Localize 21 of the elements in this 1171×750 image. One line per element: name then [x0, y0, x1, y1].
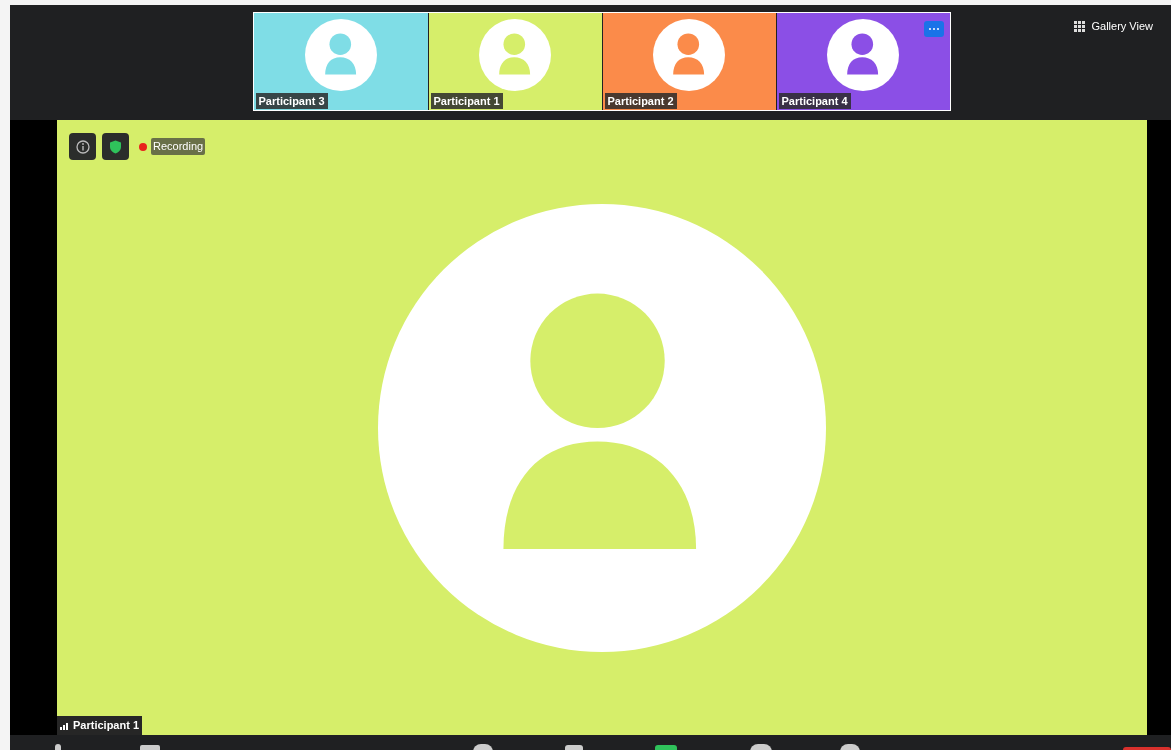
participant-name: Participant 1 — [430, 93, 503, 109]
avatar-icon — [378, 203, 826, 652]
video-thumbnail[interactable]: Participant 3 — [253, 13, 428, 110]
video-thumbnail[interactable]: Participant 2 — [601, 13, 776, 110]
signal-icon — [60, 721, 70, 730]
avatar-icon — [304, 18, 377, 91]
avatar-icon — [653, 18, 725, 91]
participant-name: Participant 1 — [73, 718, 140, 734]
more-options-button[interactable] — [923, 21, 944, 37]
info-icon[interactable] — [69, 133, 96, 160]
participant-name: Participant 3 — [255, 93, 328, 109]
video-thumbnail[interactable]: Participant 4 — [775, 13, 950, 110]
shield-icon[interactable] — [102, 133, 129, 160]
gallery-view-button[interactable]: Gallery View — [1074, 18, 1153, 35]
avatar-icon — [479, 18, 551, 91]
participant-name: Participant 4 — [778, 93, 851, 109]
recording-label: Recording — [151, 138, 206, 155]
video-thumbnail[interactable]: Participant 1 — [427, 13, 602, 110]
participant-name: Participant 2 — [604, 93, 677, 109]
avatar-icon — [827, 18, 899, 91]
grid-icon — [1074, 20, 1086, 32]
